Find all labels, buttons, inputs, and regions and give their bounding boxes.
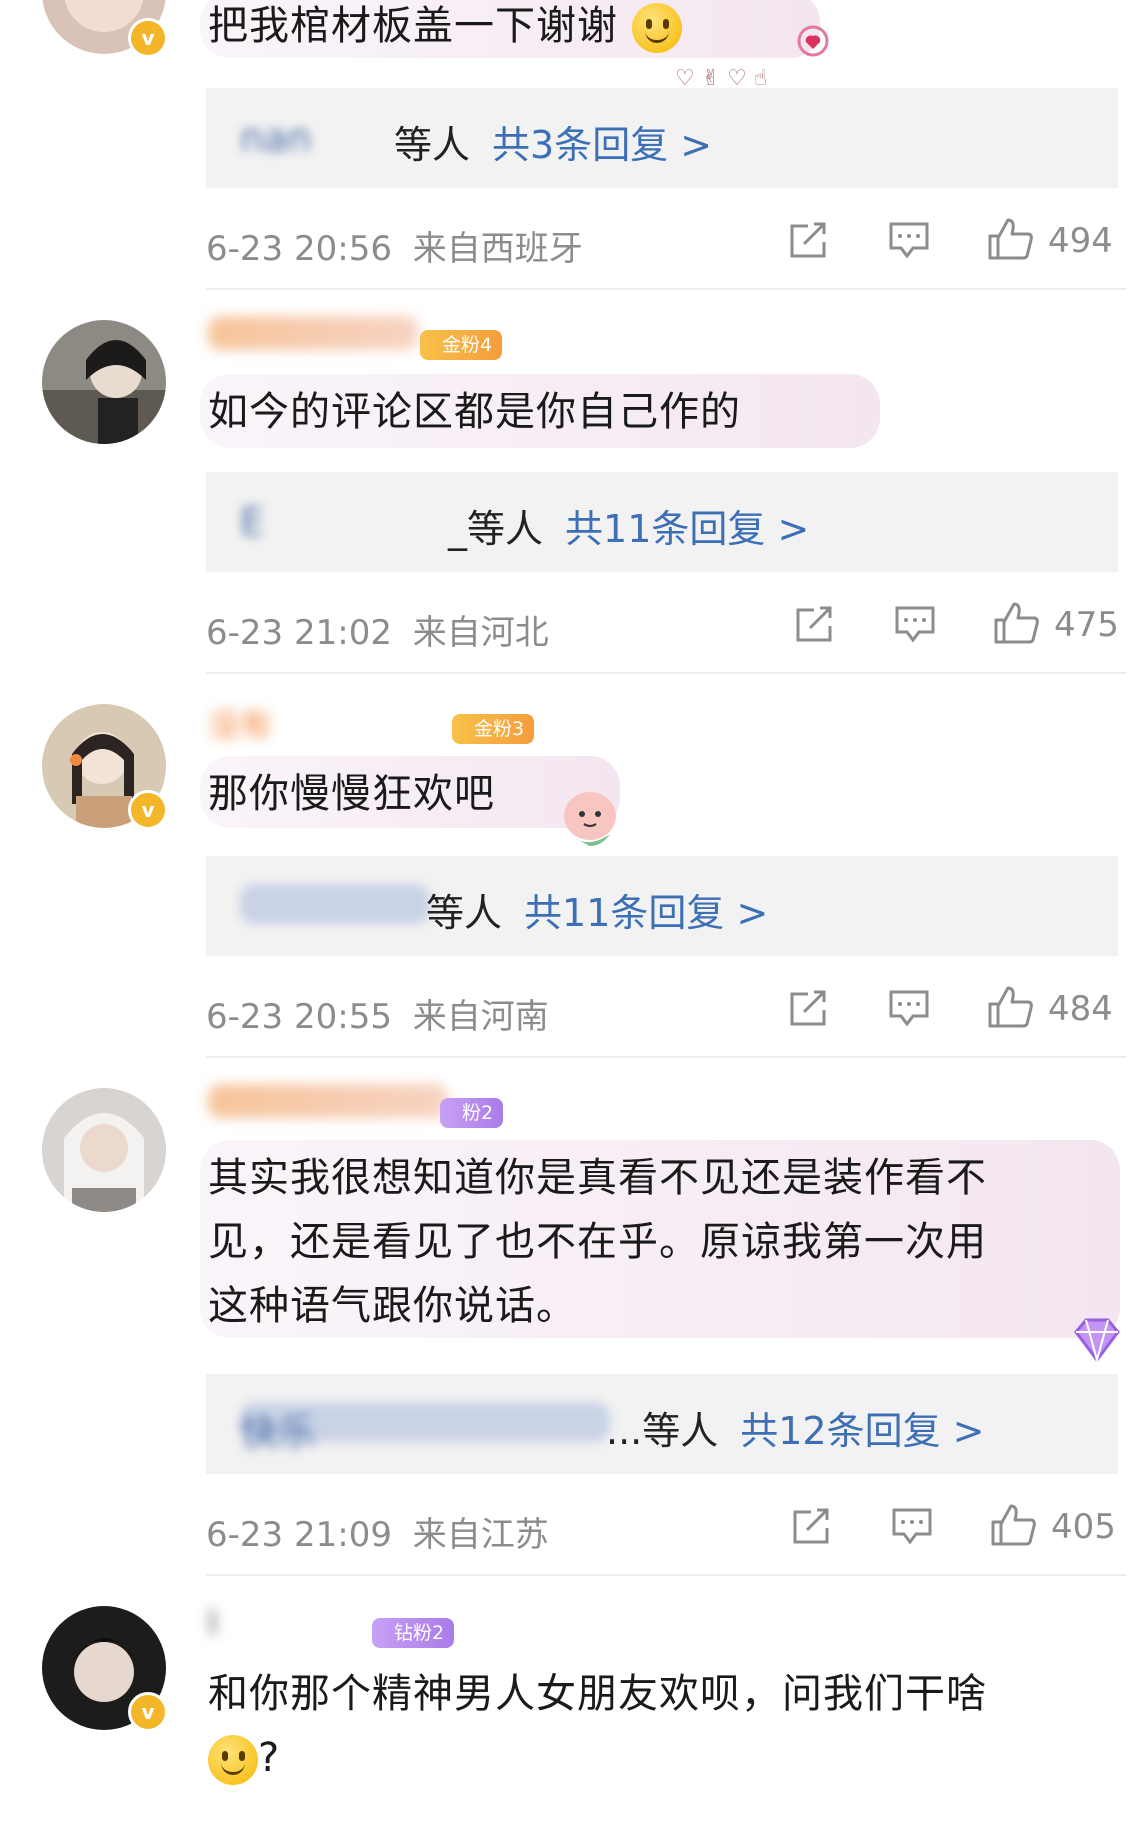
reply-summary[interactable]: 等人 共11条回复 > bbox=[206, 856, 1118, 956]
avatar[interactable] bbox=[42, 1088, 166, 1212]
divider bbox=[206, 1574, 1126, 1576]
hand-gesture-decoration-icon: ♡ ✌ ♡ ☝ bbox=[675, 25, 829, 91]
location: 来自河南 bbox=[412, 997, 549, 1037]
thumbs-up-icon[interactable] bbox=[992, 600, 1040, 646]
comment-text: 那你慢慢狂欢吧 bbox=[208, 771, 495, 817]
reply-count[interactable]: 共3条回复 > bbox=[492, 123, 712, 167]
username[interactable] bbox=[208, 1084, 448, 1118]
like-count: 475 bbox=[1054, 605, 1119, 645]
comment-text-line: 见，还是看见了也不在乎。原谅我第一次用 bbox=[208, 1219, 987, 1265]
like-count: 484 bbox=[1048, 989, 1113, 1029]
fan-badge: 金粉4 bbox=[420, 330, 503, 360]
fan-badge: 粉2 bbox=[440, 1098, 504, 1128]
divider bbox=[206, 672, 1126, 674]
verified-v-icon: v bbox=[128, 790, 168, 830]
comment-text-line: 其实我很想知道你是真看不见还是装作看不 bbox=[208, 1155, 987, 1201]
reply-link[interactable]: _等人 共11条回复 > bbox=[448, 498, 809, 553]
comment-icon[interactable] bbox=[887, 988, 931, 1028]
comment-meta: 6-23 20:55 来自河南 bbox=[206, 989, 549, 1038]
comment-text-line: ? bbox=[208, 1726, 987, 1790]
location: 来自西班牙 bbox=[412, 229, 583, 269]
divider bbox=[206, 1056, 1126, 1058]
reply-count[interactable]: 共12条回复 > bbox=[740, 1409, 984, 1453]
like-count: 494 bbox=[1048, 221, 1113, 261]
reply-names: E bbox=[240, 500, 265, 544]
reply-link[interactable]: 等人 共11条回复 > bbox=[426, 882, 768, 937]
fan-badge: 钻粉2 bbox=[372, 1618, 455, 1648]
repost-icon[interactable] bbox=[792, 604, 836, 644]
timestamp: 6-23 21:09 bbox=[206, 1515, 392, 1555]
smiley-emoji bbox=[208, 1735, 258, 1785]
reply-summary[interactable]: nan 等人 共3条回复 > bbox=[206, 88, 1118, 188]
reply-names: 快乐 bbox=[240, 1402, 610, 1455]
repost-icon[interactable] bbox=[786, 220, 830, 260]
comment-text-line: 和你那个精神男人女朋友欢呗，问我们干啥 bbox=[208, 1671, 987, 1717]
verified-v-icon: v bbox=[128, 1692, 168, 1732]
avatar[interactable] bbox=[42, 320, 166, 444]
timestamp: 6-23 20:55 bbox=[206, 997, 392, 1037]
repost-icon[interactable] bbox=[789, 1506, 833, 1546]
divider bbox=[206, 288, 1126, 290]
thumbs-up-icon[interactable] bbox=[986, 984, 1034, 1030]
reply-count[interactable]: 共11条回复 > bbox=[524, 891, 768, 935]
reply-names: nan bbox=[240, 116, 312, 160]
repost-icon[interactable] bbox=[786, 988, 830, 1028]
reply-names bbox=[240, 884, 430, 924]
location: 来自江苏 bbox=[412, 1515, 549, 1555]
comment-icon[interactable] bbox=[890, 1506, 934, 1546]
username[interactable] bbox=[208, 316, 418, 350]
comment-text-line: 这种语气跟你说话。 bbox=[208, 1283, 577, 1329]
comment-text: 把我棺材板盖一下谢谢 bbox=[208, 0, 682, 58]
reply-summary[interactable]: E _等人 共11条回复 > bbox=[206, 472, 1118, 572]
timestamp: 6-23 20:56 bbox=[206, 229, 392, 269]
reply-link[interactable]: ...等人 共12条回复 > bbox=[606, 1400, 985, 1455]
location: 来自河北 bbox=[412, 613, 549, 653]
thumbs-up-icon[interactable] bbox=[989, 1502, 1037, 1548]
comment-text: 其实我很想知道你是真看不见还是装作看不 见，还是看见了也不在乎。原谅我第一次用 … bbox=[208, 1146, 987, 1338]
reply-summary[interactable]: 快乐 ...等人 共12条回复 > bbox=[206, 1374, 1118, 1474]
comment-icon[interactable] bbox=[887, 220, 931, 260]
comment-meta: 6-23 20:56 来自西班牙 bbox=[206, 221, 583, 270]
peach-mascot-decoration-icon bbox=[564, 792, 616, 846]
comment-meta: 6-23 21:02 来自河北 bbox=[206, 605, 549, 654]
comment-text: 和你那个精神男人女朋友欢呗，问我们干啥 ? bbox=[208, 1662, 987, 1790]
comment-meta: 6-23 21:09 来自江苏 bbox=[206, 1507, 549, 1556]
verified-v-icon: v bbox=[128, 18, 168, 58]
comment-icon[interactable] bbox=[893, 604, 937, 644]
comment-text: 如今的评论区都是你自己作的 bbox=[208, 389, 741, 435]
username[interactable]: 没有 bbox=[208, 700, 448, 744]
timestamp: 6-23 21:02 bbox=[206, 613, 392, 653]
like-count: 405 bbox=[1051, 1507, 1116, 1547]
fan-badge: 金粉3 bbox=[452, 714, 535, 744]
reply-count[interactable]: 共11条回复 > bbox=[565, 507, 809, 551]
thumbs-up-icon[interactable] bbox=[986, 216, 1034, 262]
diamond-decoration-icon bbox=[1074, 1318, 1120, 1364]
reply-link[interactable]: 等人 共3条回复 > bbox=[394, 114, 712, 169]
username[interactable]: l bbox=[208, 1604, 368, 1642]
